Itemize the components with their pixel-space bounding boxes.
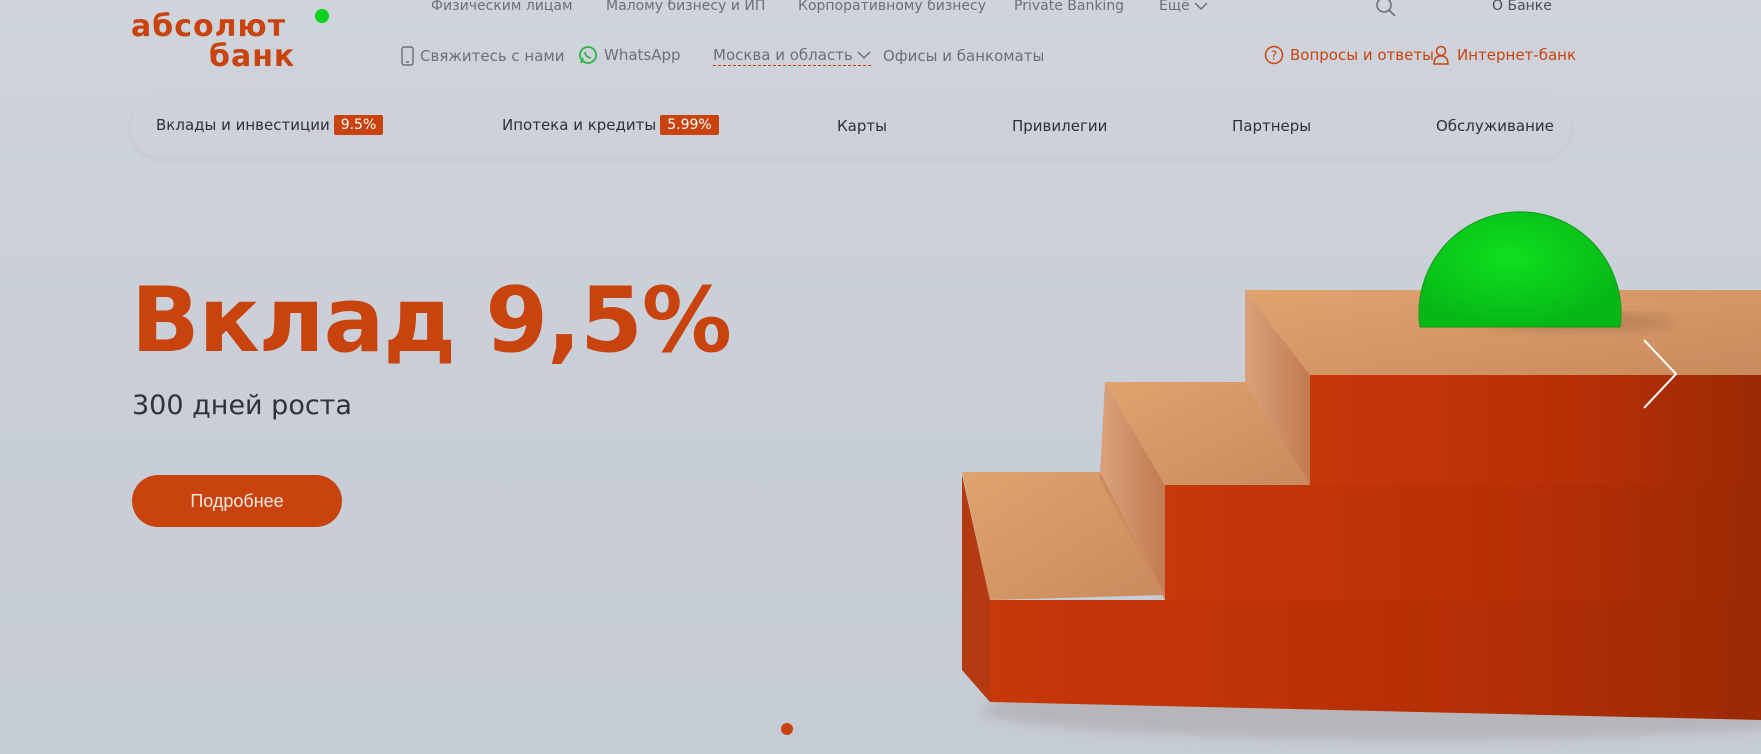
nav-small-business[interactable]: Малому бизнесу и ИП	[606, 0, 765, 14]
whatsapp-label: WhatsApp	[604, 46, 681, 64]
nav-about-bank[interactable]: О Банке	[1492, 0, 1552, 14]
hero-subtitle: 300 дней роста	[132, 390, 352, 421]
category-cards[interactable]: Карты	[837, 117, 887, 135]
offices-atms-link[interactable]: Офисы и банкоматы	[883, 47, 1044, 65]
category-privileges[interactable]: Привилегии	[1012, 117, 1107, 135]
hero-illustration	[962, 211, 1761, 740]
rate-badge: 9.5%	[333, 115, 384, 135]
contact-link[interactable]: Свяжитесь с нами	[401, 46, 565, 66]
internet-bank-label: Интернет-банк	[1457, 46, 1577, 64]
nav-more-label: Ещё	[1159, 0, 1190, 14]
faq-label: Вопросы и ответы	[1290, 46, 1434, 64]
internet-bank-link[interactable]: Интернет-банк	[1433, 45, 1576, 65]
logo-line-2: банк	[209, 39, 296, 74]
bank-logo[interactable]: абсолют банк	[131, 4, 336, 74]
region-label: Москва и область	[713, 46, 853, 64]
faq-link[interactable]: ? Вопросы и ответы	[1264, 45, 1434, 65]
slider-dot-active[interactable]	[781, 723, 793, 735]
user-icon	[1433, 45, 1449, 65]
logo-line-1: абсолют	[131, 9, 287, 44]
details-button[interactable]: Подробнее	[132, 475, 342, 527]
category-service[interactable]: Обслуживание	[1436, 117, 1554, 135]
svg-text:?: ?	[1271, 49, 1277, 63]
category-deposits[interactable]: Вклады и инвестиции 9.5%	[156, 115, 384, 135]
phone-icon	[401, 46, 414, 66]
category-partners[interactable]: Партнеры	[1232, 117, 1311, 135]
contact-label: Свяжитесь с нами	[420, 47, 565, 65]
whatsapp-icon	[579, 46, 597, 64]
category-mortgage[interactable]: Ипотека и кредиты 5.99%	[502, 115, 719, 135]
search-icon[interactable]	[1375, 0, 1397, 18]
question-icon: ?	[1264, 45, 1284, 65]
chevron-down-icon	[1194, 2, 1208, 11]
region-selector[interactable]: Москва и область	[713, 46, 871, 66]
chevron-down-icon	[857, 51, 871, 60]
nav-private-banking[interactable]: Private Banking	[1014, 0, 1124, 14]
nav-corporate[interactable]: Корпоративному бизнесу	[798, 0, 986, 14]
nav-more[interactable]: Ещё	[1159, 0, 1208, 14]
category-label: Вклады и инвестиции	[156, 116, 330, 134]
hero-title: Вклад 9,5%	[131, 268, 732, 373]
logo-dot	[315, 9, 329, 23]
whatsapp-link[interactable]: WhatsApp	[578, 45, 681, 65]
rate-badge: 5.99%	[660, 115, 719, 135]
chevron-right-icon[interactable]	[1640, 338, 1680, 410]
category-label: Ипотека и кредиты	[502, 116, 657, 134]
nav-individuals[interactable]: Физическим лицам	[431, 0, 573, 14]
